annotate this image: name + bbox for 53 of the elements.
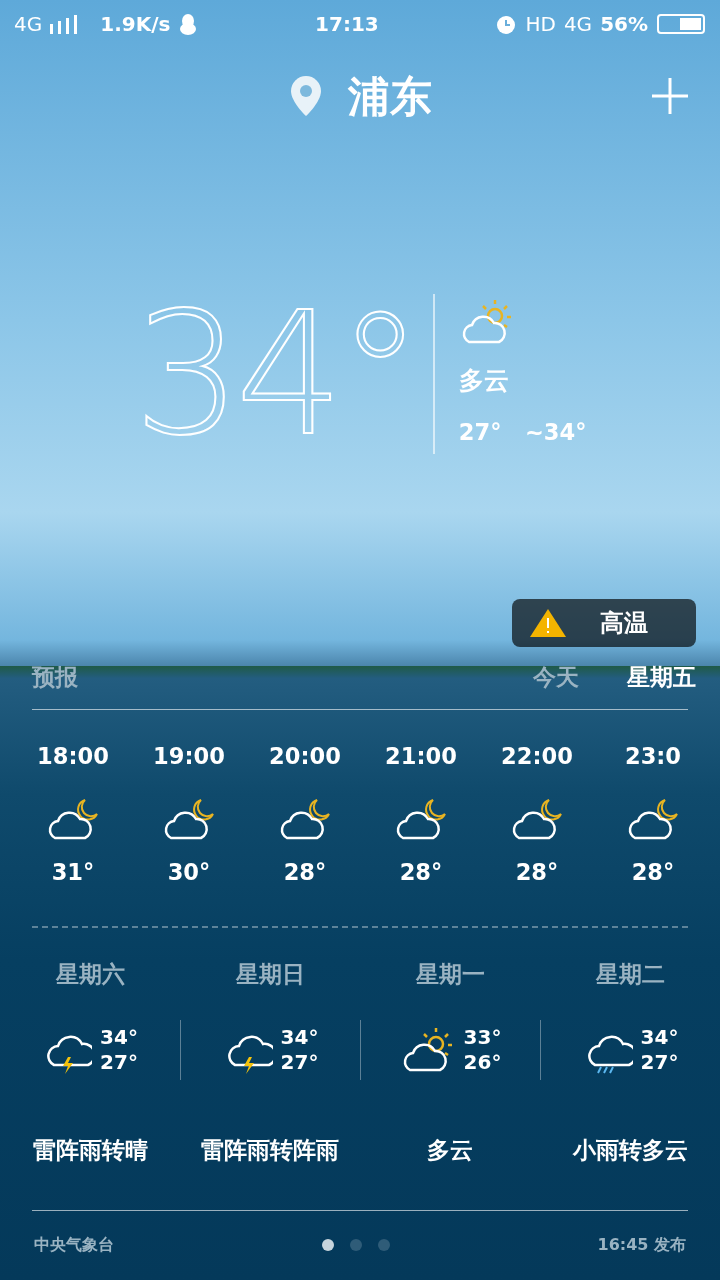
page-dot[interactable] [321,1239,334,1252]
hour-time: 23:0 [624,741,682,771]
day-name: 星期日 [235,959,305,989]
day-condition: 小雨转多云 [571,1135,689,1165]
day-name: 星期二 [595,959,665,989]
speed-label: 1.9K/s [100,11,171,39]
day-name: 星期一 [415,959,485,989]
clock-label: 17:13 [315,12,379,37]
high-temperature-alert[interactable]: 高温 [512,599,696,648]
day-low-temperature: 27° [100,1049,138,1075]
hd-label: HD [525,11,556,39]
day-condition: 雷阵雨转阵雨 [200,1135,340,1165]
day-high-temperature: 34° [640,1024,679,1050]
day-condition: 雷阵雨转晴 [31,1135,149,1165]
hour-time: 22:00 [501,741,573,771]
hour-time: 18:00 [37,741,109,771]
hour-temperature: 31° [51,857,95,887]
day-high-temperature: 34° [280,1024,319,1050]
hour-temperature: 28° [283,857,327,887]
warning-icon [528,607,568,640]
day-low-temperature: 27° [280,1049,319,1075]
source-label: 中央气象台 [34,1234,115,1257]
alarm-icon [495,13,518,36]
location-pin-icon [288,74,324,119]
plus-icon [650,76,690,117]
hour-time: 21:00 [385,741,457,771]
data-label: 4G [563,11,593,39]
network-label: 4G [14,11,43,39]
penguin-icon [178,13,199,36]
hour-temperature: 28° [399,857,443,887]
hour-time: 19:00 [153,741,225,771]
hour-temperature: 28° [631,857,675,887]
current-temperature: 34° [133,289,417,460]
day-condition: 多云 [426,1135,474,1165]
day-high-temperature: 34° [100,1024,138,1050]
page-dot[interactable] [349,1239,362,1252]
hour-temperature: 28° [515,857,559,887]
hour-temperature: 30° [167,857,211,887]
battery-icon [656,13,706,36]
battery-label: 56% [600,11,648,39]
condition-label: 多云 [458,365,510,398]
published-time: 16:45 发布 [597,1234,686,1257]
hour-time: 20:00 [269,741,341,771]
add-city-button[interactable] [650,76,690,117]
day-name: 星期六 [55,959,125,989]
day-low-temperature: 26° [463,1049,502,1075]
day-low-temperature: 27° [640,1049,679,1075]
page-dot[interactable] [377,1239,390,1252]
day-tab[interactable]: 星期五 [627,661,696,695]
day-high-temperature: 33° [463,1024,502,1050]
forecast-title: 预报 [32,663,79,692]
temperature-range: 27° ~34° [458,418,587,448]
city-name: 浦东 [348,70,432,123]
